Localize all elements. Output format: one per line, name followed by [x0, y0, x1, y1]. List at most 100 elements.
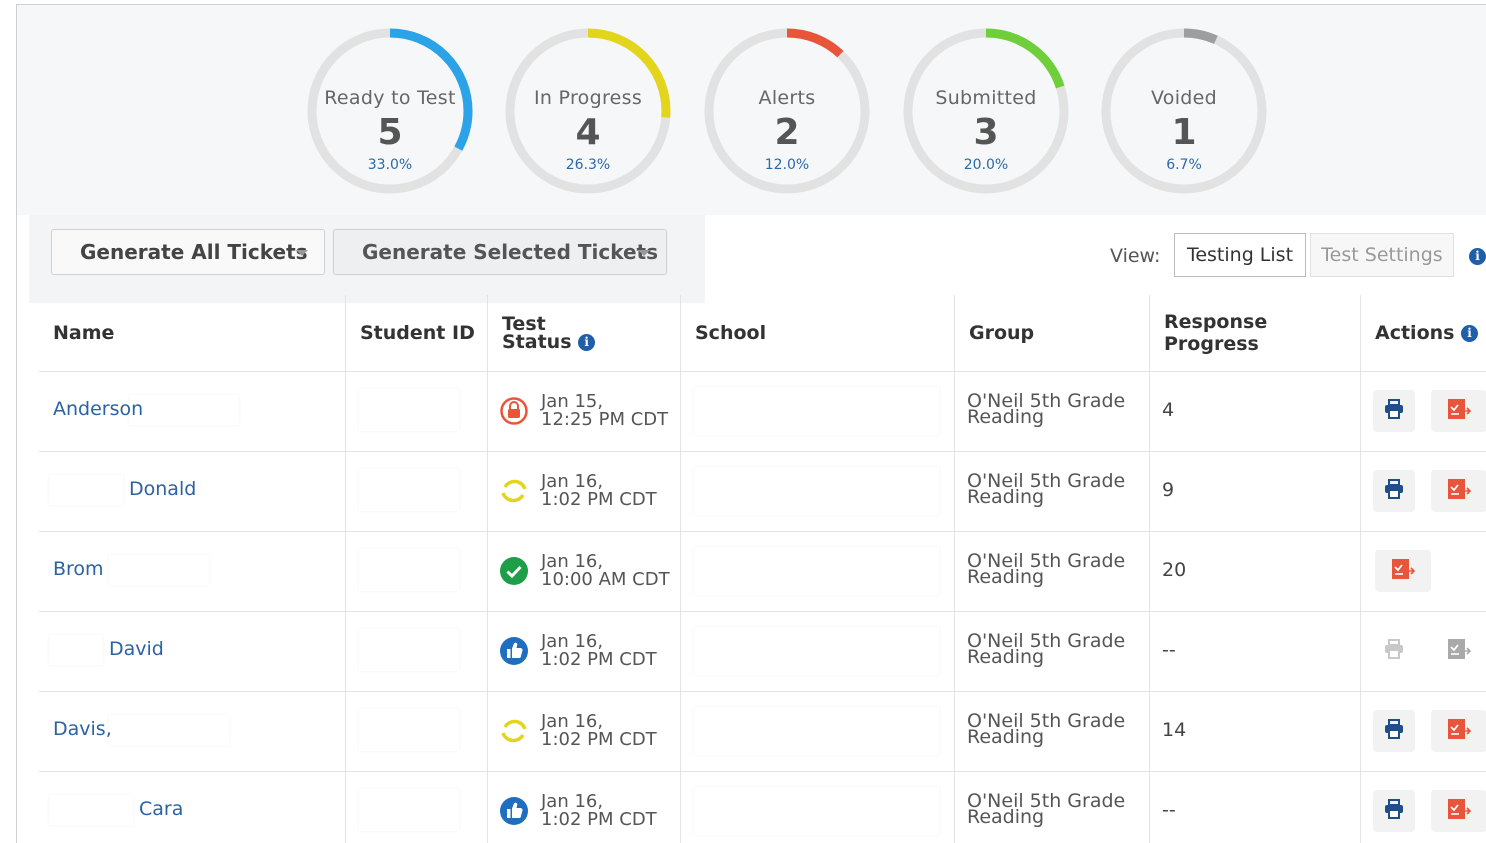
group-subject: Reading — [967, 406, 1045, 428]
testing-list-view-button[interactable]: Testing List — [1174, 233, 1306, 277]
gauge-percent: 12.0% — [764, 157, 810, 173]
printer-icon — [1383, 478, 1405, 504]
response-progress: 9 — [1162, 479, 1175, 501]
gauge-label: Voided — [1150, 87, 1218, 109]
generate-all-tickets-button[interactable]: Generate All Tickets — [51, 229, 325, 275]
caret-down-icon — [638, 250, 650, 256]
status-date: Jan 16, — [541, 791, 604, 812]
print-ticket-button[interactable] — [1373, 470, 1415, 512]
report-icon — [1446, 397, 1472, 425]
response-progress: 14 — [1162, 719, 1187, 741]
table-row: Davis, Jan 16, 1:02 PM CDT O'Neil 5th Grade… — [39, 691, 1486, 771]
testing-list-panel: Ready to Test 5 33.0% In Progress 4 26.3… — [16, 4, 1486, 843]
generate-selected-tickets-button[interactable]: Generate Selected Tickets — [333, 229, 667, 275]
gauge-label: In Progress — [533, 87, 643, 109]
header-divider — [39, 371, 1486, 372]
status-time: 1:02 PM CDT — [541, 489, 657, 510]
status-time: 1:02 PM CDT — [541, 729, 657, 750]
gauge-label: Submitted — [935, 87, 1037, 109]
print-ticket-button[interactable] — [1373, 790, 1415, 832]
group-subject: Reading — [967, 566, 1045, 588]
status-time: 12:25 PM CDT — [541, 409, 669, 430]
table-row: Brom Jan 16, 10:00 AM CDT O'Neil 5th Grade R… — [39, 531, 1486, 611]
report-icon — [1446, 717, 1472, 745]
table-row: Donald Jan 16, 1:02 PM CDT O'Neil 5th Grade… — [39, 451, 1486, 531]
print-ticket-button[interactable] — [1373, 710, 1415, 752]
status-date: Jan 16, — [541, 711, 604, 732]
redacted-student-id — [359, 789, 459, 831]
gauge-count: 5 — [377, 112, 403, 153]
in-progress-gauge[interactable]: In Progress 4 26.3% — [502, 25, 674, 197]
in-progress-status-icon — [499, 476, 529, 506]
header-response-progress[interactable]: Response Progress — [1150, 295, 1360, 371]
header-group[interactable]: Group — [955, 295, 1149, 371]
printer-icon — [1383, 398, 1405, 424]
redacted-school — [694, 627, 939, 675]
student-name-link[interactable]: Brom — [53, 558, 104, 580]
in-progress-status-icon — [499, 716, 529, 746]
student-name-link[interactable]: Anderson — [53, 398, 143, 420]
report-icon — [1446, 637, 1472, 665]
info-icon[interactable]: i — [1461, 324, 1479, 342]
redacted-block — [109, 715, 229, 745]
info-icon[interactable]: i — [1469, 248, 1486, 265]
redacted-student-id — [359, 469, 459, 511]
alerts-gauge[interactable]: Alerts 2 12.0% — [701, 25, 873, 197]
table-row: Cara Jan 16, 1:02 PM CDT O'Neil 5th Grade Re… — [39, 771, 1486, 843]
voided-gauge[interactable]: Voided 1 6.7% — [1098, 25, 1270, 197]
redacted-block — [129, 395, 239, 425]
info-icon[interactable]: i — [578, 334, 596, 351]
status-time: 1:02 PM CDT — [541, 649, 657, 670]
group-subject: Reading — [967, 486, 1045, 508]
header-student-id[interactable]: Student ID — [346, 295, 487, 371]
report-icon — [1390, 557, 1416, 585]
student-name-link[interactable]: Cara — [139, 798, 183, 820]
header-school[interactable]: School — [681, 295, 954, 371]
view-label: View: — [1110, 245, 1161, 267]
student-report-button[interactable] — [1431, 710, 1486, 752]
ready-status-icon — [499, 796, 529, 826]
row-divider — [39, 771, 1486, 772]
submitted-gauge[interactable]: Submitted 3 20.0% — [900, 25, 1072, 197]
redacted-school — [694, 387, 939, 435]
print-ticket-button[interactable] — [1373, 630, 1415, 672]
test-settings-view-button[interactable]: Test Settings — [1310, 233, 1454, 277]
testing-list-label: Testing List — [1186, 244, 1294, 266]
student-name-link[interactable]: David — [109, 638, 164, 660]
header-name[interactable]: Name — [39, 295, 345, 371]
redacted-school — [694, 787, 939, 835]
row-divider — [39, 691, 1486, 692]
response-progress: 20 — [1162, 559, 1187, 581]
gauge-label: Ready to Test — [324, 87, 456, 109]
gauge-percent: 20.0% — [963, 157, 1009, 173]
report-icon — [1446, 797, 1472, 825]
student-report-button[interactable] — [1375, 550, 1431, 592]
printer-icon — [1383, 718, 1405, 744]
test-settings-label: Test Settings — [1321, 244, 1443, 266]
student-report-button[interactable] — [1431, 630, 1486, 672]
gauge-count: 3 — [973, 112, 999, 153]
ticket-toolbar: Generate All Tickets Generate Selected T… — [29, 215, 705, 303]
header-student-id-label: Student ID — [360, 322, 475, 344]
print-ticket-button[interactable] — [1373, 390, 1415, 432]
row-divider — [39, 611, 1486, 612]
gauge-percent: 33.0% — [367, 157, 413, 173]
generate-selected-label: Generate Selected Tickets — [362, 240, 659, 264]
header-test-status[interactable]: Test Status i — [488, 295, 680, 371]
student-name-link[interactable]: Donald — [129, 478, 196, 500]
row-divider — [39, 451, 1486, 452]
status-date: Jan 16, — [541, 631, 604, 652]
ready-to-test-gauge[interactable]: Ready to Test 5 33.0% — [304, 25, 476, 197]
gauge-percent: 6.7% — [1166, 157, 1202, 173]
status-time: 1:02 PM CDT — [541, 809, 657, 830]
header-test-status-line2: Status — [502, 331, 572, 353]
student-report-button[interactable] — [1431, 470, 1486, 512]
header-name-label: Name — [53, 322, 115, 344]
student-report-button[interactable] — [1431, 790, 1486, 832]
printer-icon — [1383, 798, 1405, 824]
student-name-link[interactable]: Davis, — [53, 718, 112, 740]
student-report-button[interactable] — [1431, 390, 1486, 432]
header-actions[interactable]: Actions i — [1361, 295, 1486, 371]
report-icon — [1446, 477, 1472, 505]
group-subject: Reading — [967, 726, 1045, 748]
